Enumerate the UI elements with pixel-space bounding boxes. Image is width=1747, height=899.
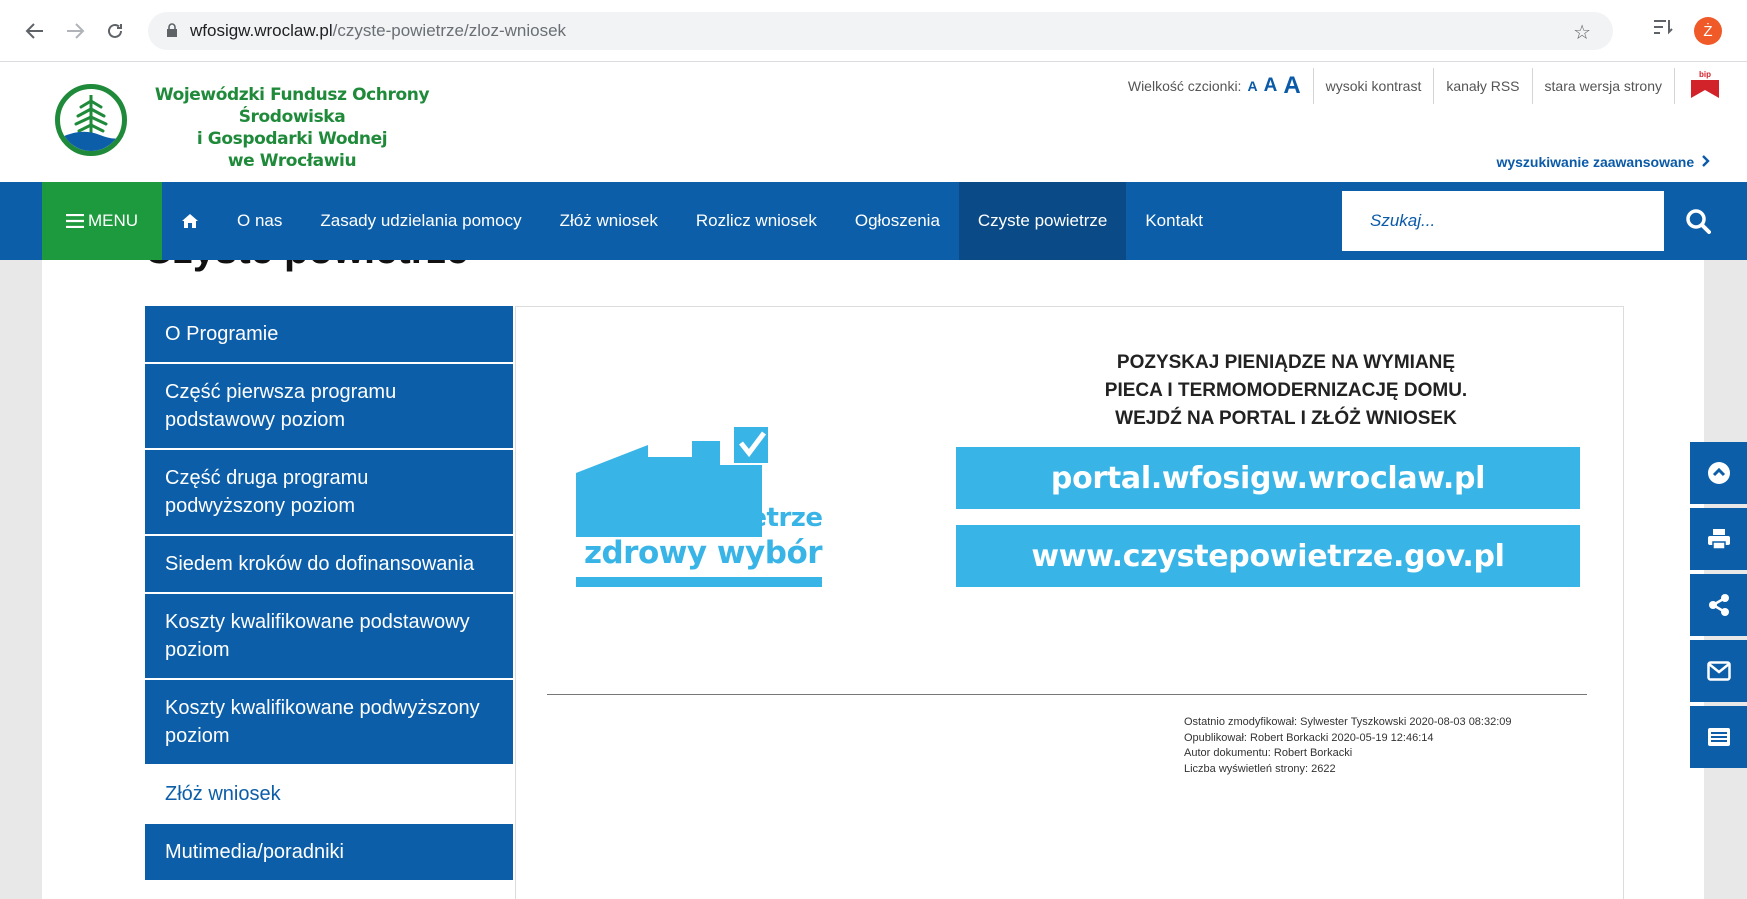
site-header: Wojewódzki Fundusz Ochrony Środowiska i …	[0, 62, 1747, 182]
divider	[1312, 68, 1314, 104]
reload-button[interactable]	[100, 16, 130, 46]
print-icon	[1707, 529, 1730, 550]
envelope-icon	[1706, 661, 1731, 681]
sidebar-item-czesc-pierwsza[interactable]: Część pierwsza programu podstawowy pozio…	[145, 364, 513, 450]
share-button[interactable]	[1690, 574, 1747, 636]
divider	[1674, 68, 1675, 104]
logo-text-line2: zdrowy wybór	[583, 535, 823, 571]
list-icon	[1707, 728, 1730, 746]
chevron-right-icon	[1702, 155, 1710, 167]
rss-link[interactable]: kanały RSS	[1446, 78, 1519, 94]
main-navigation: MENU O nas Zasady udzielania pomocy Złóż…	[0, 182, 1747, 260]
old-version-link[interactable]: stara wersja strony	[1545, 78, 1662, 94]
meta-views: Liczba wyświetleń strony: 2622	[1184, 762, 1336, 775]
arrow-left-icon	[25, 23, 43, 39]
promo-text: POZYSKAJ PIENIĄDZE NA WYMIANĘ PIECA I TE…	[1104, 352, 1468, 429]
email-button[interactable]	[1690, 640, 1747, 702]
high-contrast-link[interactable]: wysoki kontrast	[1326, 78, 1422, 94]
print-button[interactable]	[1690, 508, 1747, 570]
back-button[interactable]	[20, 16, 50, 46]
search-input[interactable]	[1370, 211, 1650, 231]
font-size-medium-button[interactable]: A	[1264, 75, 1278, 97]
meta-modified: Ostatnio zmodyfikował: Sylwester Tyszkow…	[1184, 716, 1512, 728]
reload-icon	[108, 23, 122, 38]
share-icon	[1708, 594, 1729, 616]
sidebar-item-czesc-druga[interactable]: Część druga programu podwyższony poziom	[145, 450, 513, 536]
profile-avatar[interactable]: Ż	[1694, 17, 1722, 45]
sidebar-item-zloz-wniosek[interactable]: Złóż wniosek	[145, 766, 513, 824]
logo-text-line1: czyste powietrze	[583, 503, 823, 533]
bip-logo-icon[interactable]: bip	[1687, 68, 1723, 104]
address-bar[interactable]: wfosigw.wroclaw.pl/czyste-powietrze/zloz…	[148, 12, 1613, 50]
article-content: czyste powietrze zdrowy wybór POZYSKAJ P…	[515, 306, 1624, 899]
divider	[1531, 68, 1533, 104]
lock-icon	[166, 22, 178, 40]
browser-toolbar: wfosigw.wroclaw.pl/czyste-powietrze/zloz…	[0, 0, 1747, 62]
scroll-top-button[interactable]	[1690, 442, 1747, 504]
meta-author: Autor dokumentu: Robert Borkacki	[1184, 747, 1353, 759]
font-size-small-button[interactable]: A	[1247, 78, 1257, 94]
nav-item-ogloszenia[interactable]: Ogłoszenia	[836, 182, 959, 260]
gov-link[interactable]: www.czystepowietrze.gov.pl	[956, 525, 1580, 587]
menu-button[interactable]: MENU	[42, 182, 162, 260]
portal-link[interactable]: portal.wfosigw.wroclaw.pl	[956, 447, 1580, 509]
sidebar-item-koszty-podwyzszony[interactable]: Koszty kwalifikowane podwyższony poziom	[145, 680, 513, 766]
svg-text:bip: bip	[1699, 70, 1711, 79]
home-icon	[182, 214, 198, 228]
page-title: Czyste powietrze	[144, 260, 469, 273]
logo-underline	[576, 577, 822, 587]
sidebar-item-o-programie[interactable]: O Programie	[145, 306, 513, 364]
arrow-right-icon	[67, 23, 85, 39]
nav-item-kontakt[interactable]: Kontakt	[1126, 182, 1222, 260]
meta-published: Opublikował: Robert Borkacki 2020-05-19 …	[1184, 731, 1434, 744]
divider	[1433, 68, 1435, 104]
chevron-up-circle-icon	[1707, 462, 1730, 484]
nav-item-o-nas[interactable]: O nas	[218, 182, 301, 260]
url-path: /czyste-powietrze/zloz-wniosek	[332, 21, 567, 40]
document-metadata: Ostatnio zmodyfikował: Sylwester Tyszkow…	[1184, 715, 1512, 777]
url-host: wfosigw.wroclaw.pl	[190, 21, 333, 40]
list-button[interactable]	[1690, 706, 1747, 768]
nav-items: O nas Zasady udzielania pomocy Złóż wnio…	[162, 182, 1222, 260]
sidebar-item-multimedia[interactable]: Mutimedia/poradniki	[145, 824, 513, 882]
sidebar: O Programie Część pierwsza programu pods…	[145, 306, 513, 882]
font-size-label: Wielkość czcionki:	[1127, 78, 1242, 94]
nav-item-zasady[interactable]: Zasady udzielania pomocy	[301, 182, 540, 260]
search-button[interactable]	[1676, 199, 1720, 243]
logo-icon[interactable]	[55, 84, 127, 156]
utility-links: Wielkość czcionki: A A A wysoki kontrast…	[1128, 68, 1723, 104]
forward-button[interactable]	[60, 16, 90, 46]
organization-name[interactable]: Wojewódzki Fundusz Ochrony Środowiska i …	[132, 84, 452, 172]
sidebar-item-siedem-krokow[interactable]: Siedem kroków do dofinansowania	[145, 536, 513, 594]
nav-item-rozlicz-wniosek[interactable]: Rozlicz wniosek	[677, 182, 836, 260]
bookmark-star-icon[interactable]: ☆	[1573, 20, 1591, 45]
nav-item-zloz-wniosek[interactable]: Złóż wniosek	[541, 182, 677, 260]
search-icon	[1686, 209, 1711, 234]
search-field	[1342, 191, 1664, 251]
advanced-search-link[interactable]: wyszukiwanie zaawansowane	[1496, 154, 1711, 170]
content-panel: Czyste powietrze O Programie Część pierw…	[42, 260, 1704, 899]
reading-list-icon[interactable]	[1652, 18, 1674, 42]
nav-item-czyste-powietrze[interactable]: Czyste powietrze	[958, 182, 1127, 260]
hamburger-icon	[65, 214, 84, 228]
content-divider	[547, 694, 1587, 695]
font-size-large-button[interactable]: A	[1283, 72, 1300, 100]
floating-tools	[1690, 442, 1747, 772]
nav-home[interactable]	[162, 182, 218, 260]
sidebar-item-koszty-podstawowy[interactable]: Koszty kwalifikowane podstawowy poziom	[145, 594, 513, 680]
